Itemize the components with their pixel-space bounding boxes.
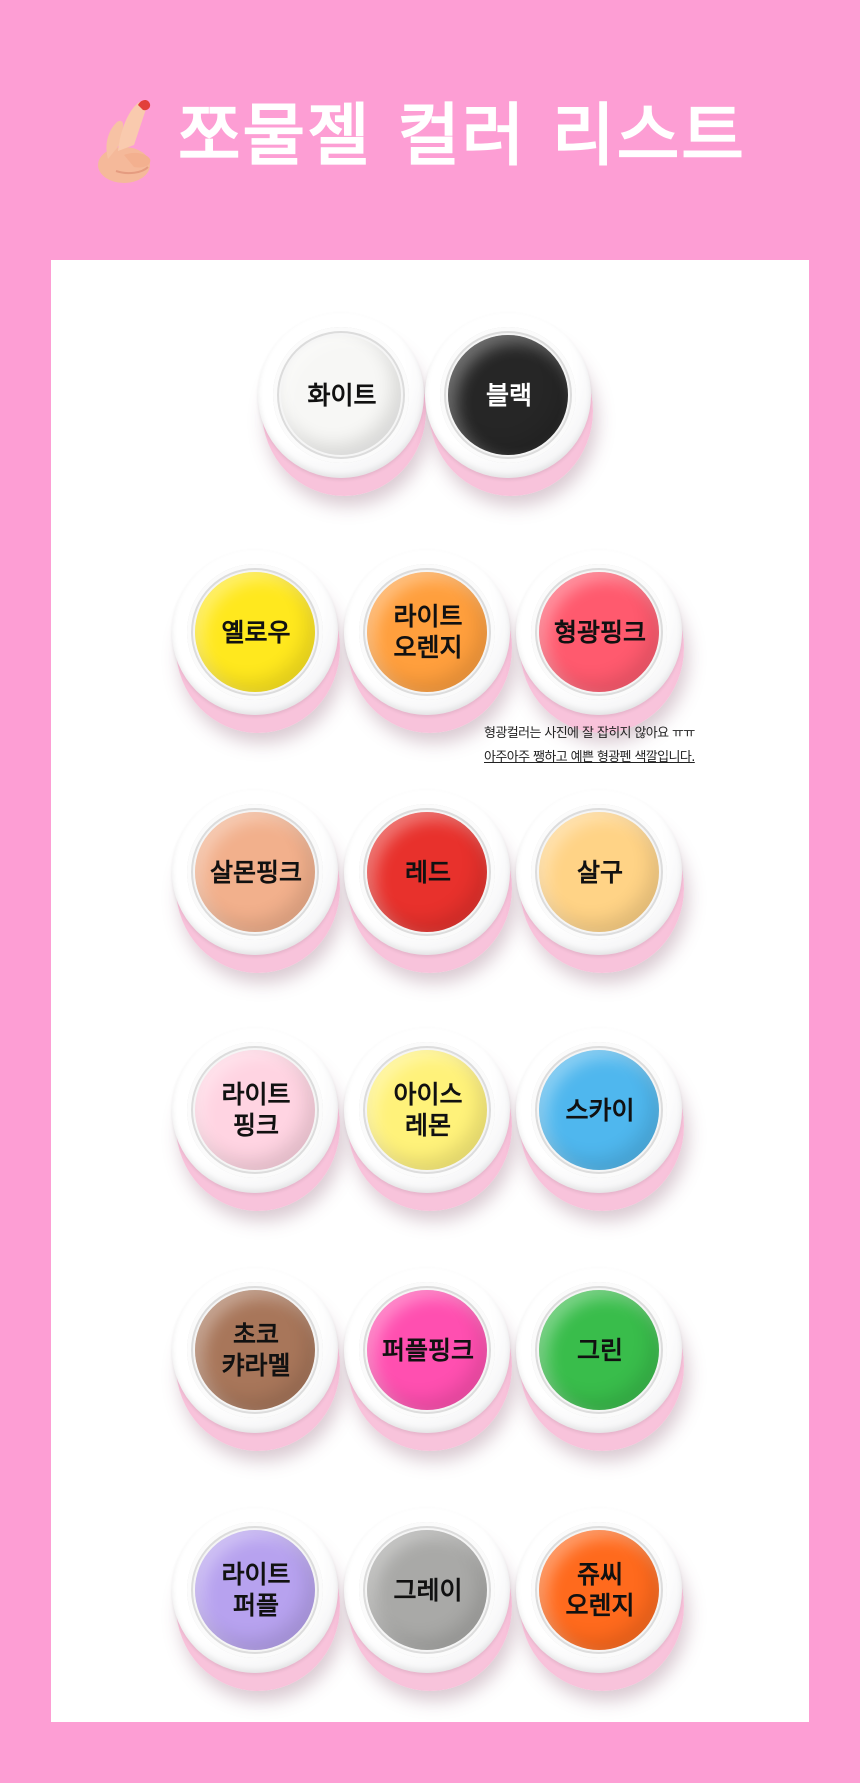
color-name: 형광핑크 (514, 549, 686, 715)
color-jar: 라이트 퍼플 (170, 1507, 342, 1691)
color-name-line-1: 라이트 (221, 1560, 291, 1589)
color-name: 그린 (514, 1267, 686, 1433)
color-name-line-1: 아이스 (393, 1080, 463, 1109)
color-name-line-2: 오렌지 (393, 633, 463, 662)
color-name: 라이트 오렌지 (342, 549, 514, 715)
color-name: 레드 (342, 789, 514, 955)
color-name-line-1: 스카이 (565, 1095, 635, 1125)
color-jar: 그린 (514, 1267, 686, 1451)
color-name-line-1: 형광핑크 (553, 617, 646, 647)
color-name: 그레이 (342, 1507, 514, 1673)
color-name-line-2: 퍼플 (232, 1591, 279, 1620)
color-jar: 레드 (342, 789, 514, 973)
color-name: 살구 (514, 789, 686, 955)
color-jar: 화이트 (256, 312, 428, 496)
color-name: 화이트 (256, 312, 428, 478)
color-jar: 라이트 핑크 (170, 1027, 342, 1211)
color-jar: 초코 캬라멜 (170, 1267, 342, 1451)
color-name-line-1: 쥬씨 (576, 1560, 623, 1589)
color-jar: 옐로우 (170, 549, 342, 733)
color-name: 쥬씨 오렌지 (514, 1507, 686, 1673)
color-name: 라이트 핑크 (170, 1027, 342, 1193)
color-name: 살몬핑크 (170, 789, 342, 955)
color-name: 퍼플핑크 (342, 1267, 514, 1433)
finger-heart-hand-icon (98, 99, 151, 183)
color-name-line-1: 블랙 (485, 380, 532, 410)
color-name-line-1: 옐로우 (221, 617, 291, 647)
color-name-line-1: 라이트 (221, 1080, 291, 1109)
color-name-line-1: 화이트 (307, 380, 377, 410)
color-jar: 살몬핑크 (170, 789, 342, 973)
page-title: 쪼물젤 컬러 리스트 (178, 97, 746, 176)
color-name-line-2: 핑크 (232, 1111, 279, 1140)
color-name: 초코 캬라멜 (170, 1267, 342, 1433)
header-banner: 쪼물젤 컬러 리스트 (0, 0, 860, 260)
color-name: 라이트 퍼플 (170, 1507, 342, 1673)
color-name: 스카이 (514, 1027, 686, 1193)
note-line-1: 형광컬러는 사진에 잘 잡히지 않아요 ㅠㅠ (484, 726, 695, 741)
color-jar: 살구 (514, 789, 686, 973)
color-name-line-1: 살구 (576, 857, 623, 887)
color-name-line-1: 라이트 (393, 602, 463, 631)
color-name-line-2: 캬라멜 (221, 1351, 291, 1380)
color-jar: 블랙 (423, 312, 595, 496)
color-name: 블랙 (423, 312, 595, 478)
color-name-line-1: 초코 (232, 1320, 279, 1349)
color-name-line-1: 그린 (576, 1335, 623, 1365)
fluorescent-note: 형광컬러는 사진에 잘 잡히지 않아요 ㅠㅠ 아주아주 쨍하고 예쁜 형광펜 색… (484, 722, 814, 770)
color-jar: 라이트 오렌지 (342, 549, 514, 733)
color-jar: 퍼플핑크 (342, 1267, 514, 1451)
color-name-line-2: 레몬 (404, 1111, 451, 1140)
color-name-line-1: 그레이 (393, 1575, 463, 1605)
note-line-2: 아주아주 쨍하고 예쁜 형광펜 색깔입니다. (484, 750, 695, 765)
color-jar: 쥬씨 오렌지 (514, 1507, 686, 1691)
color-name-line-2: 오렌지 (565, 1591, 635, 1620)
color-jar: 그레이 (342, 1507, 514, 1691)
color-name-line-1: 퍼플핑크 (381, 1335, 474, 1365)
color-name-line-1: 살몬핑크 (209, 857, 302, 887)
color-name: 아이스 레몬 (342, 1027, 514, 1193)
color-name: 옐로우 (170, 549, 342, 715)
color-name-line-1: 레드 (404, 857, 451, 887)
color-jar: 형광핑크 (514, 549, 686, 733)
color-jar: 아이스 레몬 (342, 1027, 514, 1211)
color-jar: 스카이 (514, 1027, 686, 1211)
